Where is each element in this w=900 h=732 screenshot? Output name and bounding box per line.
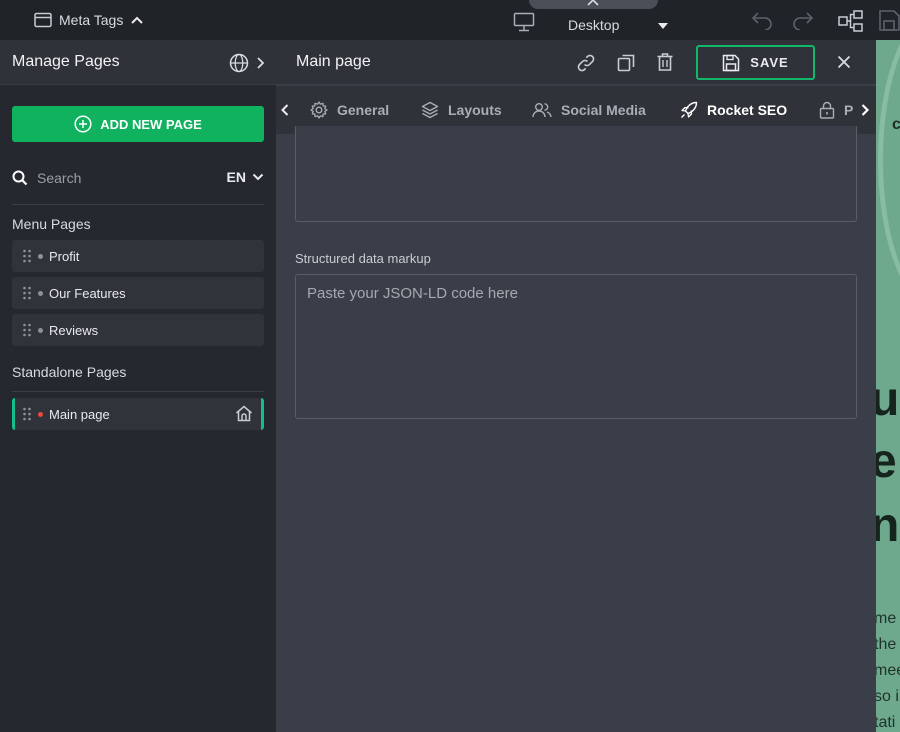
- desktop-icon[interactable]: [513, 12, 535, 32]
- editor-header: Main page SAVE: [276, 40, 876, 85]
- page-item-label: Reviews: [49, 322, 99, 338]
- home-icon: [235, 405, 253, 422]
- save-icon[interactable]: [878, 9, 900, 31]
- gear-icon: [310, 101, 328, 119]
- structured-data-label: Structured data markup: [295, 251, 431, 266]
- page-item-our-features[interactable]: Our Features: [12, 277, 264, 309]
- meta-tags-label: Meta Tags: [59, 12, 124, 28]
- menu-pages-heading: Menu Pages: [12, 216, 91, 232]
- collapse-toolbar-tab[interactable]: [529, 0, 658, 9]
- page-search: EN: [12, 166, 264, 190]
- seo-settings-content: Structured data markup: [276, 126, 876, 732]
- standalone-pages-heading: Standalone Pages: [12, 364, 127, 380]
- status-dot: [38, 253, 43, 259]
- search-icon: [12, 170, 28, 186]
- status-dot: [38, 290, 43, 296]
- tab-label: Rocket SEO: [707, 102, 788, 118]
- add-new-page-button[interactable]: ADD NEW PAGE: [12, 106, 264, 142]
- save-button-label: SAVE: [750, 55, 789, 70]
- add-new-page-label: ADD NEW PAGE: [100, 116, 202, 132]
- page-item-label: Profit: [49, 248, 80, 264]
- page-item-label: Main page: [49, 406, 110, 422]
- lock-icon: [819, 101, 835, 119]
- divider: [12, 391, 264, 392]
- decorative-ring: [878, 40, 900, 310]
- drag-handle-icon[interactable]: [22, 407, 32, 421]
- panel-title: Manage Pages: [12, 53, 120, 70]
- drag-handle-icon[interactable]: [22, 249, 32, 263]
- page-preview-canvas[interactable]: c u e n me the mee so i tati: [876, 40, 900, 732]
- page-item-reviews[interactable]: Reviews: [12, 314, 264, 346]
- layers-icon: [421, 101, 439, 119]
- plus-circle-icon: [74, 115, 92, 133]
- preview-paragraph-fragment: the: [876, 636, 897, 653]
- drag-handle-icon[interactable]: [22, 323, 32, 337]
- preview-text-fragment: c: [892, 116, 900, 133]
- preview-paragraph-fragment: tati: [876, 714, 896, 731]
- chevron-down-icon: [252, 173, 264, 181]
- save-button[interactable]: SAVE: [696, 45, 815, 80]
- caret-down-icon[interactable]: [657, 22, 669, 30]
- preview-paragraph-fragment: so i: [876, 688, 899, 705]
- sitemap-icon[interactable]: [838, 10, 864, 32]
- users-icon: [532, 102, 552, 118]
- drag-handle-icon[interactable]: [22, 286, 32, 300]
- device-select[interactable]: Desktop: [568, 17, 619, 33]
- language-label: EN: [226, 169, 246, 185]
- chevron-up-icon: [587, 0, 599, 6]
- undo-icon[interactable]: [750, 10, 774, 30]
- editor-page-title: Main page: [296, 53, 371, 70]
- active-status-dot: [38, 411, 43, 417]
- language-select[interactable]: EN: [227, 169, 264, 185]
- chevron-up-icon: [130, 15, 144, 25]
- save-icon: [722, 54, 740, 72]
- tab-label: General: [337, 102, 390, 118]
- chevron-left-icon[interactable]: [280, 103, 290, 117]
- preview-paragraph-fragment: mee: [876, 662, 900, 679]
- meta-tags-toggle[interactable]: Meta Tags: [34, 10, 144, 30]
- page-item-label: Our Features: [49, 285, 126, 301]
- preview-heading-fragment: n: [876, 499, 900, 552]
- preview-paragraph-fragment: me: [876, 610, 897, 627]
- page-settings-editor: Main page SAVE General Layouts Social Me…: [276, 40, 876, 732]
- chevron-right-icon[interactable]: [256, 56, 265, 70]
- manage-pages-panel: Manage Pages ADD NEW PAGE EN Menu Pages …: [0, 40, 276, 732]
- tab-label: Layouts: [448, 102, 502, 118]
- preview-heading-fragment: e: [876, 435, 897, 488]
- preview-heading-fragment: u: [876, 373, 900, 426]
- window-icon: [34, 12, 52, 28]
- duplicate-icon[interactable]: [616, 53, 636, 73]
- rocket-icon: [680, 101, 698, 119]
- redo-icon[interactable]: [791, 10, 815, 30]
- top-bar: Meta Tags Desktop: [0, 0, 900, 40]
- close-icon[interactable]: [837, 55, 851, 69]
- divider: [12, 204, 264, 205]
- globe-icon[interactable]: [229, 53, 249, 73]
- trash-icon[interactable]: [656, 52, 674, 72]
- tab-label: Social Media: [561, 102, 646, 118]
- status-dot: [38, 327, 43, 333]
- page-item-profit[interactable]: Profit: [12, 240, 264, 272]
- manage-pages-header: Manage Pages: [0, 40, 276, 85]
- tab-label: P: [844, 102, 854, 118]
- page-item-main-page[interactable]: Main page: [12, 398, 264, 430]
- search-input[interactable]: [37, 170, 197, 186]
- description-textarea[interactable]: [295, 126, 857, 222]
- chevron-right-icon[interactable]: [860, 103, 870, 117]
- structured-data-input[interactable]: [295, 274, 857, 419]
- link-icon[interactable]: [576, 53, 596, 73]
